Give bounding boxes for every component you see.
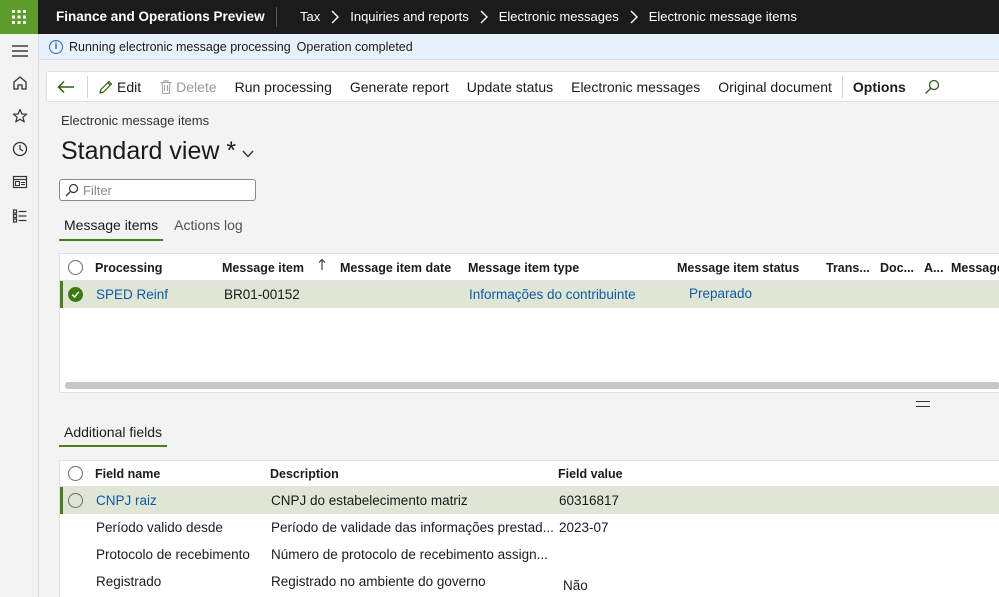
breadcrumb: Tax Inquiries and reports Electronic mes… (300, 9, 797, 24)
edit-label: Edit (117, 78, 142, 95)
search-icon (924, 79, 939, 94)
chevron-right-icon (331, 10, 340, 24)
star-icon[interactable] (10, 106, 30, 126)
breadcrumb-item-tax[interactable]: Tax (300, 9, 320, 24)
field-value-cell: 60316817 (559, 493, 620, 508)
message-status: Operation completed (296, 39, 413, 54)
column-header-message-item[interactable]: Message item (222, 261, 304, 275)
home-icon[interactable] (10, 73, 30, 93)
generate-report-button[interactable]: Generate report (341, 72, 458, 101)
message-bar: i Running electronic message processing … (39, 34, 999, 60)
description-cell: CNPJ do estabelecimento matriz (271, 493, 468, 508)
chevron-right-icon (480, 10, 488, 24)
tab-message-items[interactable]: Message items (59, 214, 164, 241)
edit-button[interactable]: Edit (89, 72, 150, 101)
view-selector[interactable]: Standard view * (61, 137, 254, 166)
column-header-trans[interactable]: Trans... (826, 261, 870, 275)
tab-additional-fields[interactable]: Additional fields (59, 421, 168, 447)
column-header-processing[interactable]: Processing (95, 261, 162, 275)
column-header-message-item-status[interactable]: Message item status (677, 261, 799, 275)
grid-header: Processing Message item Message item dat… (60, 254, 999, 281)
trash-icon (160, 79, 172, 94)
grid-header: Field name Description Field value (60, 461, 999, 487)
column-header-message-item-type[interactable]: Message item type (468, 261, 579, 275)
field-name-cell: Protocolo de recebimento (96, 547, 250, 562)
message-item-type-link[interactable]: Informações do contribuinte (469, 287, 636, 302)
column-header-doc[interactable]: Doc... (880, 261, 914, 275)
row-radio[interactable] (68, 493, 83, 508)
info-icon: i (49, 39, 63, 54)
delete-label: Delete (176, 78, 217, 95)
column-header-description[interactable]: Description (270, 467, 339, 481)
breadcrumb-item-inquiries[interactable]: Inquiries and reports (350, 9, 469, 24)
additional-fields-grid: Field name Description Field value CNPJ … (59, 460, 999, 597)
field-value-cell: Não (563, 578, 588, 593)
pencil-icon (99, 80, 113, 94)
table-row[interactable]: CNPJ raiz CNPJ do estabelecimento matriz… (60, 487, 999, 514)
delete-button[interactable]: Delete (150, 72, 225, 101)
splitter-handle-icon[interactable] (916, 401, 930, 407)
message-item-cell: BR01-00152 (224, 287, 300, 302)
message-text: Running electronic message processing (69, 39, 291, 54)
search-button[interactable] (915, 72, 952, 101)
options-button[interactable]: Options (844, 72, 915, 101)
update-status-button[interactable]: Update status (458, 72, 562, 101)
original-document-button[interactable]: Original document (709, 72, 841, 101)
breadcrumb-item-message-items[interactable]: Electronic message items (649, 9, 797, 24)
column-header-message[interactable]: Message (951, 261, 999, 275)
tab-strip: Message items Actions log (59, 214, 254, 241)
app-title[interactable]: Finance and Operations Preview (56, 9, 265, 24)
message-items-grid: Processing Message item Message item dat… (59, 253, 999, 393)
select-all-radio[interactable] (68, 260, 83, 275)
breadcrumb-item-electronic-messages[interactable]: Electronic messages (499, 9, 619, 24)
divider (841, 75, 843, 98)
horizontal-scrollbar[interactable] (65, 382, 999, 389)
filter-input[interactable] (83, 182, 243, 198)
column-header-field-value[interactable]: Field value (558, 467, 623, 481)
workspace-icon[interactable] (10, 172, 30, 192)
chevron-right-icon (630, 10, 638, 24)
clock-icon[interactable] (10, 139, 30, 159)
filter-field[interactable] (59, 179, 256, 201)
description-cell: Registrado no ambiente do governo (271, 574, 486, 589)
table-row[interactable]: SPED Reinf BR01-00152 Informações do con… (60, 281, 999, 308)
action-pane: Edit Delete Run processing Generate repo… (46, 71, 999, 102)
back-button[interactable] (47, 72, 86, 101)
modules-list-icon[interactable] (10, 206, 30, 226)
description-cell: Número de protocolo de recebimento assig… (271, 547, 548, 562)
row-selected-radio[interactable] (68, 287, 83, 302)
run-processing-button[interactable]: Run processing (226, 72, 341, 101)
column-header-field-name[interactable]: Field name (95, 467, 160, 481)
select-all-radio[interactable] (68, 466, 83, 481)
search-icon (65, 183, 79, 197)
app-launcher-icon[interactable] (0, 0, 38, 34)
message-item-status-link[interactable]: Preparado (689, 286, 752, 301)
hamburger-menu-icon[interactable] (10, 41, 30, 61)
divider (87, 75, 88, 98)
electronic-messages-button[interactable]: Electronic messages (562, 72, 709, 101)
tab-actions-log[interactable]: Actions log (169, 214, 247, 241)
view-title: Standard view * (61, 137, 237, 165)
chevron-down-icon (242, 150, 254, 158)
top-bar: Finance and Operations Preview Tax Inqui… (0, 0, 999, 34)
description-cell: Período de validade das informações pres… (271, 520, 554, 535)
field-value-cell: 2023-07 (559, 520, 609, 535)
navigation-rail (0, 34, 39, 597)
column-header-a[interactable]: A... (924, 261, 943, 275)
field-name-cell: Período valido desde (96, 520, 223, 535)
column-header-message-item-date[interactable]: Message item date (340, 261, 451, 275)
page-caption: Electronic message items (61, 113, 210, 128)
field-name-link[interactable]: CNPJ raiz (96, 493, 157, 508)
table-row[interactable]: Período valido desde Período de validade… (60, 514, 999, 541)
divider (276, 7, 277, 27)
table-row[interactable]: Protocolo de recebimento Número de proto… (60, 541, 999, 568)
field-name-cell: Registrado (96, 574, 162, 589)
sort-ascending-icon (318, 258, 326, 274)
table-row[interactable]: Registrado Registrado no ambiente do gov… (60, 568, 999, 595)
processing-link[interactable]: SPED Reinf (96, 287, 168, 302)
